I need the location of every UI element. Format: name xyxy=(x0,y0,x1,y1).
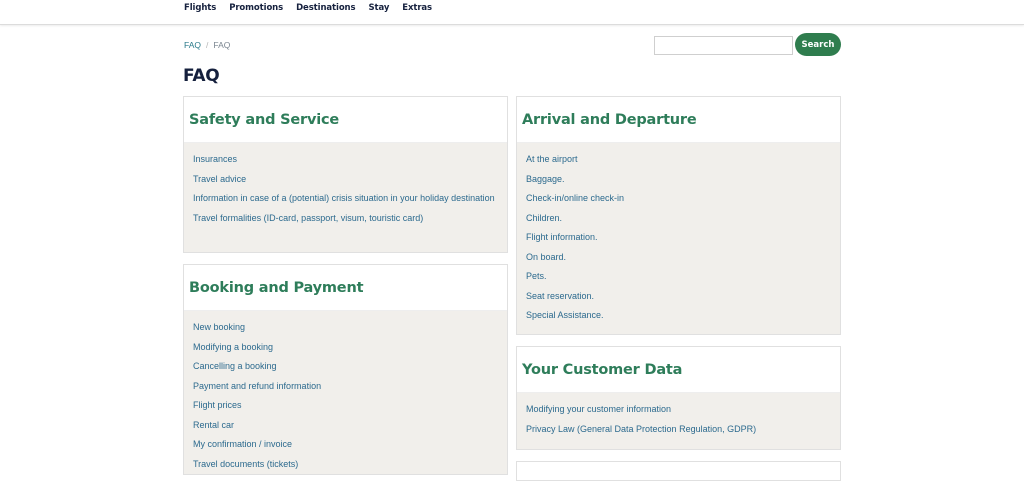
faq-link-modifying-booking[interactable]: Modifying a booking xyxy=(193,338,497,358)
faq-link-crisis-information[interactable]: Information in case of a (potential) cri… xyxy=(193,189,497,209)
faq-link-children[interactable]: Children. xyxy=(526,209,830,229)
search-input[interactable] xyxy=(654,36,793,55)
faq-link-cancelling-booking[interactable]: Cancelling a booking xyxy=(193,357,497,377)
faq-link-modifying-customer-info[interactable]: Modifying your customer information xyxy=(526,400,830,420)
faq-section-arrival-and-departure: Arrival and Departure At the airport Bag… xyxy=(516,96,841,335)
faq-link-on-board[interactable]: On board. xyxy=(526,248,830,268)
faq-link-seat-reservation[interactable]: Seat reservation. xyxy=(526,287,830,307)
section-title: Your Customer Data xyxy=(522,361,683,378)
section-header: Your Customer Data xyxy=(517,347,840,393)
section-title: Safety and Service xyxy=(189,111,340,128)
faq-link-baggage[interactable]: Baggage. xyxy=(526,170,830,190)
section-title: Booking and Payment xyxy=(189,279,364,296)
nav-item-destinations[interactable]: Destinations xyxy=(296,3,355,13)
faq-link-travel-formalities[interactable]: Travel formalities (ID-card, passport, v… xyxy=(193,209,497,229)
faq-link-travel-advice[interactable]: Travel advice xyxy=(193,170,497,190)
breadcrumb: FAQ / FAQ xyxy=(184,40,230,50)
faq-section-booking-and-payment: Booking and Payment New booking Modifyin… xyxy=(183,264,508,475)
faq-link-travel-documents[interactable]: Travel documents (tickets) xyxy=(193,455,497,475)
faq-section-customer-data: Your Customer Data Modifying your custom… xyxy=(516,346,841,450)
faq-link-payment-refund[interactable]: Payment and refund information xyxy=(193,377,497,397)
faq-link-flight-prices[interactable]: Flight prices xyxy=(193,396,497,416)
faq-link-list: New booking Modifying a booking Cancelli… xyxy=(184,311,507,482)
faq-link-list: Insurances Travel advice Information in … xyxy=(184,143,507,236)
faq-section-partial xyxy=(516,461,841,481)
page-title: FAQ xyxy=(183,66,220,86)
faq-link-check-in[interactable]: Check-in/online check-in xyxy=(526,189,830,209)
faq-link-confirmation-invoice[interactable]: My confirmation / invoice xyxy=(193,435,497,455)
section-header: Arrival and Departure xyxy=(517,97,840,143)
section-title: Arrival and Departure xyxy=(522,111,697,128)
breadcrumb-separator: / xyxy=(206,40,209,50)
nav-item-stay[interactable]: Stay xyxy=(368,3,389,13)
faq-section-safety-and-service: Safety and Service Insurances Travel adv… xyxy=(183,96,508,253)
section-header: Safety and Service xyxy=(184,97,507,143)
faq-link-list: At the airport Baggage. Check-in/online … xyxy=(517,143,840,334)
search-button[interactable]: Search xyxy=(795,33,841,56)
faq-link-at-the-airport[interactable]: At the airport xyxy=(526,150,830,170)
nav-item-promotions[interactable]: Promotions xyxy=(229,3,283,13)
faq-link-special-assistance[interactable]: Special Assistance. xyxy=(526,306,830,326)
faq-link-insurances[interactable]: Insurances xyxy=(193,150,497,170)
main-menu: Flights Promotions Destinations Stay Ext… xyxy=(184,3,445,13)
nav-item-extras[interactable]: Extras xyxy=(402,3,432,13)
faq-link-privacy-law[interactable]: Privacy Law (General Data Protection Reg… xyxy=(526,420,830,440)
faq-link-flight-information[interactable]: Flight information. xyxy=(526,228,830,248)
faq-link-new-booking[interactable]: New booking xyxy=(193,318,497,338)
top-navigation-bar: Flights Promotions Destinations Stay Ext… xyxy=(0,0,1024,25)
faq-link-list: Modifying your customer information Priv… xyxy=(517,393,840,447)
breadcrumb-link-faq[interactable]: FAQ xyxy=(184,40,201,50)
breadcrumb-current: FAQ xyxy=(213,40,231,50)
nav-item-flights[interactable]: Flights xyxy=(184,3,216,13)
faq-link-rental-car[interactable]: Rental car xyxy=(193,416,497,436)
faq-link-pets[interactable]: Pets. xyxy=(526,267,830,287)
section-header: Booking and Payment xyxy=(184,265,507,311)
